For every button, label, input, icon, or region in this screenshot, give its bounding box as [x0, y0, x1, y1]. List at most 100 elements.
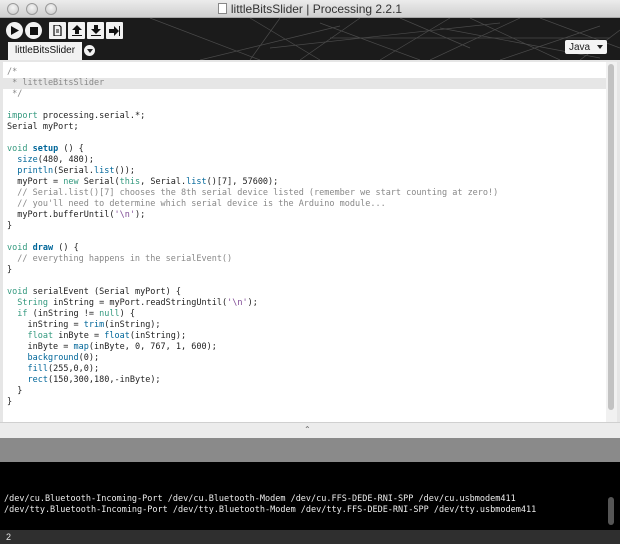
editor-scrollbar-thumb[interactable]	[608, 64, 614, 410]
run-button[interactable]	[6, 22, 23, 39]
chevron-down-icon	[597, 45, 603, 49]
code-token: void	[7, 287, 28, 297]
code-token: setup	[32, 144, 59, 154]
code-line[interactable]: myPort.bufferUntil('\n');	[7, 210, 145, 221]
mode-label: Java	[569, 41, 591, 53]
code-token: draw	[32, 243, 54, 253]
code-token: , Serial.	[140, 177, 187, 187]
code-line[interactable]: background(0);	[7, 353, 99, 364]
code-token: '\n'	[227, 298, 248, 308]
code-line[interactable]: * littleBitsSlider	[3, 78, 606, 89]
save-button[interactable]	[87, 22, 104, 39]
code-line[interactable]: size(480, 480);	[7, 155, 94, 166]
code-line[interactable]: void serialEvent (Serial myPort) {	[7, 287, 181, 298]
code-token: // Serial.list()[7] chooses the 8th seri…	[7, 188, 499, 198]
code-token: myPort.bufferUntil(	[7, 210, 115, 220]
code-line[interactable]: import processing.serial.*;	[7, 111, 145, 122]
code-editor[interactable]: /* * littleBitsSlider */ import processin…	[3, 62, 606, 422]
code-line[interactable]: }	[7, 386, 22, 397]
code-token: ) {	[119, 309, 135, 319]
code-line[interactable]: void draw () {	[7, 243, 79, 254]
code-token: * littleBitsSlider	[7, 78, 105, 88]
code-line[interactable]: }	[7, 221, 12, 232]
splitter[interactable]: ⌃	[0, 422, 620, 438]
code-token: void	[7, 144, 28, 154]
code-token: list	[94, 166, 115, 176]
code-token: );	[247, 298, 258, 308]
tab-menu-button[interactable]	[84, 45, 95, 56]
code-line[interactable]: }	[7, 397, 12, 408]
code-token: list	[186, 177, 207, 187]
code-line[interactable]: Serial myPort;	[7, 122, 79, 133]
code-token: if	[17, 309, 28, 319]
code-token: Serial(	[78, 177, 120, 187]
code-line[interactable]: inString = trim(inString);	[7, 320, 161, 331]
title-bar: littleBitsSlider | Processing 2.2.1	[0, 0, 620, 18]
code-token: background	[27, 353, 79, 363]
processing-window: littleBitsSlider | Processing 2.2.1 Java…	[0, 0, 620, 544]
code-token: // you'll need to determine which serial…	[7, 199, 386, 209]
code-line[interactable]: fill(255,0,0);	[7, 364, 99, 375]
code-token: processing.serial.*;	[37, 111, 146, 121]
code-token: myPort =	[7, 177, 64, 187]
new-file-icon	[53, 25, 62, 36]
code-token: (inString);	[104, 320, 161, 330]
code-token: trim	[83, 320, 105, 330]
tab-littlebitsslider[interactable]: littleBitsSlider	[8, 42, 83, 60]
code-line[interactable]: myPort = new Serial(this, Serial.list()[…	[7, 177, 278, 188]
code-token: }	[7, 397, 13, 407]
status-footer: 2	[0, 530, 620, 544]
code-token: size	[17, 155, 38, 165]
code-token: inByte =	[7, 342, 74, 352]
console-line: /dev/cu.Bluetooth-Incoming-Port /dev/cu.…	[4, 494, 516, 504]
console-line: /dev/tty.Bluetooth-Incoming-Port /dev/tt…	[4, 505, 537, 515]
chevron-down-icon	[86, 48, 93, 53]
code-line[interactable]: String inString = myPort.readStringUntil…	[7, 298, 258, 309]
mode-selector[interactable]: Java	[565, 40, 607, 54]
code-token: /*	[7, 67, 18, 77]
code-token: () {	[53, 243, 79, 253]
code-token: (inByte, 0, 767, 1, 600);	[88, 342, 217, 352]
line-number: 2	[6, 532, 12, 542]
code-token: );	[134, 210, 146, 220]
code-line[interactable]: println(Serial.list());	[7, 166, 135, 177]
code-token: (255,0,0);	[47, 364, 100, 374]
console[interactable]: /dev/cu.Bluetooth-Incoming-Port /dev/cu.…	[0, 462, 620, 530]
code-token: fill	[27, 364, 48, 374]
window-title: littleBitsSlider | Processing 2.2.1	[0, 2, 620, 16]
code-token: map	[73, 342, 89, 352]
code-line[interactable]: */	[7, 89, 22, 100]
code-token: () {	[58, 144, 84, 154]
code-token: }	[7, 386, 23, 396]
tab-label: littleBitsSlider	[15, 45, 76, 56]
code-token: '\n'	[114, 210, 135, 220]
code-line[interactable]: // Serial.list()[7] chooses the 8th seri…	[7, 188, 498, 199]
code-line[interactable]: // you'll need to determine which serial…	[7, 199, 386, 210]
arrow-down-icon	[90, 25, 101, 36]
code-line[interactable]: if (inString != null) {	[7, 309, 135, 320]
code-line[interactable]: }	[7, 265, 12, 276]
code-line[interactable]: /*	[7, 67, 17, 78]
new-button[interactable]	[49, 22, 66, 39]
chevron-up-icon[interactable]: ⌃	[304, 425, 311, 434]
play-icon	[11, 26, 19, 35]
code-token: inString = myPort.readStringUntil(	[47, 298, 228, 308]
code-token: float	[104, 331, 130, 341]
export-button[interactable]	[106, 22, 123, 39]
code-line[interactable]: // everything happens in the serialEvent…	[7, 254, 232, 265]
code-token: println	[17, 166, 54, 176]
code-line[interactable]: float inByte = float(inString);	[7, 331, 186, 342]
code-line[interactable]: void setup () {	[7, 144, 84, 155]
code-line[interactable]: inByte = map(inByte, 0, 767, 1, 600);	[7, 342, 217, 353]
open-button[interactable]	[68, 22, 85, 39]
stop-button[interactable]	[25, 22, 42, 39]
code-token: new	[63, 177, 79, 187]
code-token: (0);	[78, 353, 100, 363]
code-token: ()[7], 57600);	[206, 177, 279, 187]
code-line[interactable]: rect(150,300,180,-inByte);	[7, 375, 160, 386]
console-scrollbar-thumb[interactable]	[608, 497, 614, 525]
